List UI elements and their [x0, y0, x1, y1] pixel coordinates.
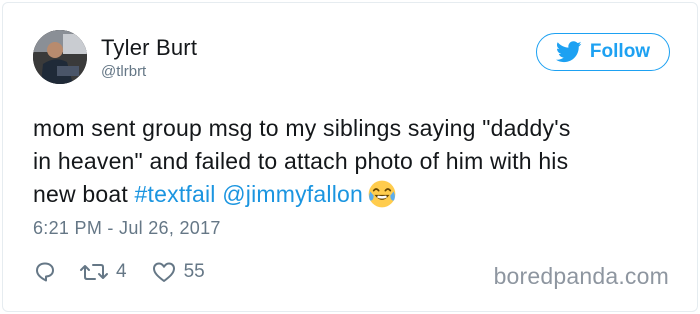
tweet-line-text: new boat [33, 181, 135, 207]
user-handle[interactable]: @tlrbrt [101, 63, 146, 80]
avatar[interactable] [33, 30, 87, 84]
reply-button[interactable] [33, 260, 57, 284]
reply-icon [36, 262, 54, 282]
like-count: 55 [183, 261, 205, 282]
tears-of-joy-emoji-icon [368, 180, 396, 208]
twitter-bird-icon [555, 41, 582, 63]
tweet-line: new boat #textfail @jimmyfallon [33, 178, 683, 211]
like-button[interactable]: 55 [151, 260, 205, 284]
tweet-line: mom sent group msg to my siblings saying… [33, 115, 571, 141]
avatar-photo-icon [33, 30, 87, 84]
follow-label: Follow [589, 41, 651, 62]
heart-icon [152, 262, 175, 282]
user-name[interactable]: Tyler Burt [101, 35, 197, 61]
tweet-line: in heaven" and failed to attach photo of… [33, 148, 569, 174]
retweet-icon [80, 264, 108, 280]
tweet-actions: 4 55 [33, 257, 205, 287]
mention-link[interactable]: @jimmyfallon [222, 181, 363, 207]
tweet-text: mom sent group msg to my siblings saying… [33, 112, 683, 211]
follow-button[interactable]: Follow [536, 33, 670, 71]
retweet-button[interactable]: 4 [79, 260, 127, 284]
retweet-count: 4 [116, 261, 127, 282]
watermark: boredpanda.com [493, 263, 669, 289]
hashtag-link[interactable]: #textfail [135, 181, 216, 207]
tweet-timestamp[interactable]: 6:21 PM - Jul 26, 2017 [33, 218, 221, 239]
